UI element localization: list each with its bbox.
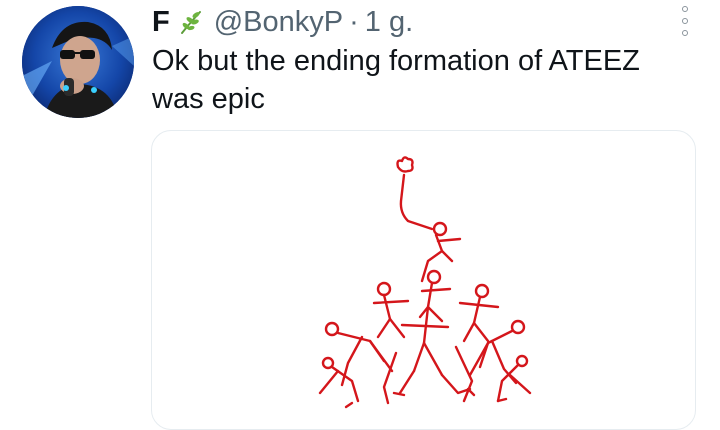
tweet-text: Ok but the ending formation of ATEEZ was… — [152, 42, 692, 118]
leaf-icon — [180, 11, 201, 34]
stick-figure-sketch — [318, 156, 532, 409]
more-options-icon — [682, 30, 688, 36]
avatar-image — [22, 6, 134, 118]
user-handle[interactable]: @BonkyP — [214, 4, 343, 40]
more-options-icon — [682, 18, 688, 24]
tweet-text-line: was epic — [152, 83, 265, 115]
avatar[interactable] — [22, 6, 134, 118]
tweet-text-line: Ok but the ending formation of ATEEZ — [152, 45, 640, 77]
more-options-icon — [682, 6, 688, 12]
media-image[interactable] — [151, 130, 696, 430]
header-separator: · — [349, 6, 359, 38]
display-name[interactable]: F — [152, 4, 170, 40]
timestamp[interactable]: 1 g. — [365, 4, 413, 40]
more-options-button[interactable] — [678, 6, 692, 36]
tweet: F @BonkyP · 1 g. Ok but the ending forma… — [0, 0, 720, 430]
tweet-header: F @BonkyP · 1 g. — [152, 4, 413, 40]
